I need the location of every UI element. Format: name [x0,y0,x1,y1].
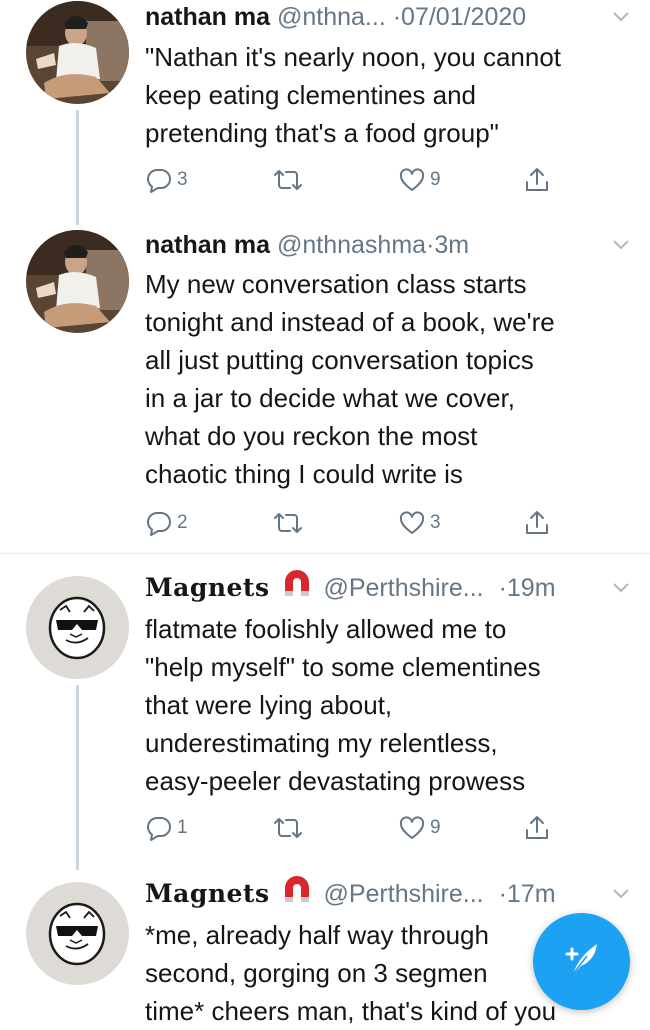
share-button[interactable] [523,165,551,195]
tweet-divider [0,553,650,554]
chevron-down-icon[interactable] [606,874,636,914]
like-count: 9 [430,817,441,838]
compose-tweet-icon [557,934,607,989]
heart-icon [398,509,426,537]
retweet-icon [272,166,304,194]
separator-dot: · [392,3,402,31]
like-button[interactable]: 9 [398,165,441,195]
tweet-text: "Nathan it's nearly noon, you cannot kee… [145,38,640,152]
magnet-emoji-icon [281,568,313,608]
user-handle[interactable]: @Perthshire... [323,880,483,908]
tweet-text-line: "help myself" to some clementines [145,652,541,682]
compose-tweet-button[interactable] [533,913,630,1010]
retweet-button[interactable] [272,165,308,195]
chevron-down-icon[interactable] [606,0,636,37]
avatar[interactable] [26,1,129,104]
user-handle[interactable]: @Perthshire... [323,574,483,602]
reply-button[interactable]: 2 [145,508,188,538]
tweet-text: My new conversation class starts tonight… [145,265,640,493]
avatar[interactable] [26,576,129,679]
magnet-emoji-icon [281,874,313,914]
reply-button[interactable]: 3 [145,165,188,195]
share-icon [523,509,551,537]
reply-count: 2 [177,512,188,533]
tweet-text: flatmate foolishly allowed me to "help m… [145,610,640,800]
display-name[interactable]: nathan ma [145,231,270,259]
tweet-header: Magnets @Perthshire... ·19m [145,568,636,608]
user-handle[interactable]: @nthnashma [277,231,426,259]
reply-icon [145,509,173,537]
like-count: 9 [430,169,441,190]
timestamp[interactable]: 07/01/2020 [401,3,526,31]
tweet-text-line: flatmate foolishly allowed me to [145,614,507,644]
heart-icon [398,814,426,842]
tweet-text-line: "Nathan it's nearly noon, you cannot [145,42,562,72]
display-name[interactable]: Magnets [145,879,270,908]
tweet-text-line: My new conversation class starts [145,269,527,299]
reply-icon [145,814,173,842]
avatar[interactable] [26,230,129,333]
tweet-actions: 2 3 [145,508,565,538]
like-count: 3 [430,512,441,533]
share-button[interactable] [523,813,551,843]
tweet-text-line: pretending that's a food group" [145,118,499,148]
share-icon [523,814,551,842]
tweet-text-line: underestimating my relentless, [145,728,498,758]
thread-line [76,685,79,870]
thread-line [76,110,79,225]
tweet-text-line: in a jar to decide what we cover, [145,383,515,413]
reply-count: 1 [177,817,188,838]
reply-icon [145,166,173,194]
reply-count: 3 [177,169,188,190]
tweet-text-line: all just putting conversation topics [145,345,534,375]
tweet-text-line: keep eating clementines and [145,80,477,110]
retweet-icon [272,814,304,842]
like-button[interactable]: 9 [398,813,441,843]
tweet-text-line: that were lying about, [145,690,393,720]
tweet-actions: 1 9 [145,813,565,843]
retweet-icon [272,509,304,537]
like-button[interactable]: 3 [398,508,441,538]
tweet-header: Magnets @Perthshire... ·17m [145,874,636,914]
tweet-3[interactable]: Magnets @Perthshire... ·19m flatmate foo… [0,555,650,870]
retweet-button[interactable] [272,508,308,538]
chevron-down-icon[interactable] [606,225,636,265]
tweet-header: nathan ma @nthna... ·07/01/2020 [145,0,636,37]
display-name[interactable]: nathan ma [145,3,270,31]
separator-dot: · [498,880,507,908]
separator-dot: · [498,574,507,602]
timestamp[interactable]: 19m [507,574,556,602]
share-button[interactable] [523,508,551,538]
tweet-2[interactable]: nathan ma @nthnashma·3m My new conversat… [0,225,650,555]
tweet-text-line: chaotic thing I could write is [145,459,463,489]
tweet-text-line: easy-peeler devastating prowess [145,766,526,796]
tweet-1[interactable]: nathan ma @nthna... ·07/01/2020 "Nathan … [0,0,650,225]
chevron-down-icon[interactable] [606,568,636,608]
heart-icon [398,166,426,194]
tweet-text-line: tonight and instead of a book, we're [145,307,555,337]
tweet-actions: 3 9 [145,165,565,195]
timestamp[interactable]: 17m [507,880,556,908]
display-name[interactable]: Magnets [145,573,270,602]
tweet-header: nathan ma @nthnashma·3m [145,225,636,265]
tweet-text-line: what do you reckon the most [145,421,478,451]
reply-button[interactable]: 1 [145,813,188,843]
avatar[interactable] [26,882,129,985]
retweet-button[interactable] [272,813,308,843]
timestamp[interactable]: 3m [434,231,469,259]
user-handle[interactable]: @nthna... [277,3,386,31]
share-icon [523,166,551,194]
